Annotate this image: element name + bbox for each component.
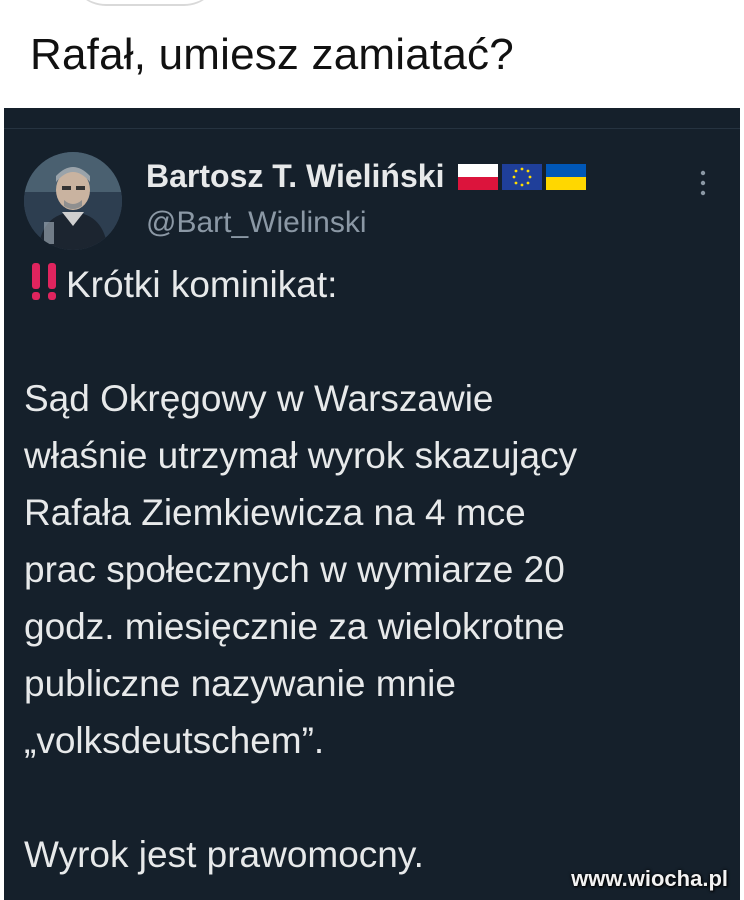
tweet-line: właśnie utrzymał wyrok skazujący — [24, 435, 578, 476]
tweet-body: Krótki kominikat: Sąd Okręgowy w Warszaw… — [24, 256, 724, 883]
tweet-line: publiczne nazywanie mnie — [24, 663, 456, 704]
tweet-line: prac społecznych w wymiarze 20 — [24, 549, 565, 590]
tweet-line: „volksdeutschem”. — [24, 720, 325, 761]
post-caption: Rafał, umiesz zamiatać? — [30, 30, 514, 79]
display-name[interactable]: Bartosz T. Wieliński — [146, 158, 444, 195]
eu-flag-icon — [502, 163, 543, 190]
tweet-card[interactable]: Bartosz T. Wieliński @Bart_Wielinski Kró… — [4, 108, 740, 900]
double-exclamation-icon — [32, 263, 56, 300]
tweet-line: Rafała Ziemkiewicza na 4 mce — [24, 492, 526, 533]
vertical-ellipsis-icon[interactable] — [698, 168, 708, 198]
tweet-line: godz. miesięcznie za wielokrotne — [24, 606, 565, 647]
tweet-line-text: Krótki kominikat: — [66, 264, 338, 305]
divider — [4, 128, 740, 129]
ukraine-flag-icon — [546, 163, 587, 190]
tweet-line: Krótki kominikat: — [24, 256, 724, 313]
tweet-line: Sąd Okręgowy w Warszawie — [24, 378, 494, 419]
avatar-image — [24, 152, 122, 250]
avatar-edge-decoration — [70, 0, 220, 6]
flags-group — [458, 163, 587, 190]
avatar[interactable] — [24, 152, 122, 250]
site-watermark: www.wiocha.pl — [571, 866, 728, 891]
user-handle[interactable]: @Bart_Wielinski — [146, 206, 367, 240]
poland-flag-icon — [458, 163, 499, 190]
author-row: Bartosz T. Wieliński — [146, 158, 587, 195]
